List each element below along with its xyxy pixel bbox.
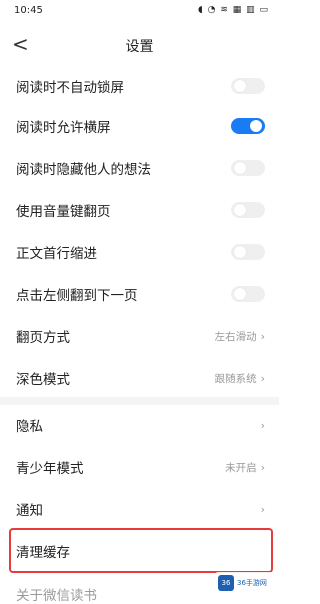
toggle-switch[interactable]	[231, 78, 265, 94]
value-text: 左右滑动	[214, 330, 257, 343]
setting-label: 使用音量键翻页	[16, 204, 111, 220]
top-nav: < 设置	[0, 28, 279, 62]
toggle-switch[interactable]	[231, 244, 265, 260]
setting-label: 阅读时不自动锁屏	[16, 80, 124, 96]
setting-label: 点击左侧翻到下一页	[16, 288, 138, 304]
setting-row-notifications[interactable]: 通知 ›	[0, 489, 279, 529]
toggle-knob	[234, 288, 246, 300]
setting-value: 左右滑动 ›	[215, 329, 265, 344]
setting-row-dark-mode[interactable]: 深色模式 跟随系统 ›	[0, 358, 279, 398]
setting-value: 跟随系统 ›	[215, 371, 265, 386]
setting-row-allow-landscape[interactable]: 阅读时允许横屏	[0, 106, 279, 146]
setting-row-teen-mode[interactable]: 青少年模式 未开启 ›	[0, 447, 279, 487]
toggle-switch[interactable]	[231, 160, 265, 176]
toggle-knob	[234, 246, 246, 258]
setting-label: 阅读时隐藏他人的想法	[16, 162, 151, 178]
value-text: 跟随系统	[214, 372, 257, 385]
setting-row-first-line-indent[interactable]: 正文首行缩进	[0, 232, 279, 272]
setting-row-privacy[interactable]: 隐私 ›	[0, 405, 279, 445]
setting-label: 阅读时允许横屏	[16, 120, 111, 136]
toggle-knob	[234, 80, 246, 92]
highlight-box	[9, 528, 273, 573]
setting-row-no-autolock[interactable]: 阅读时不自动锁屏	[0, 66, 279, 106]
setting-row-hide-thoughts[interactable]: 阅读时隐藏他人的想法	[0, 148, 279, 188]
chevron-right-icon: ›	[260, 329, 265, 343]
setting-value: ›	[261, 419, 265, 432]
status-time: 10:45	[14, 5, 43, 16]
status-bar: 10:45 ◖ ◔ ≋ ▦ ▥ ▭	[0, 0, 279, 22]
toggle-knob	[234, 204, 246, 216]
setting-label: 深色模式	[16, 372, 70, 388]
setting-row-page-turn-mode[interactable]: 翻页方式 左右滑动 ›	[0, 316, 279, 356]
toggle-knob	[250, 120, 262, 132]
chevron-right-icon: ›	[260, 371, 265, 385]
setting-value: 未开启 ›	[225, 460, 265, 475]
setting-row-left-tap-next[interactable]: 点击左侧翻到下一页	[0, 274, 279, 314]
toggle-knob	[234, 162, 246, 174]
setting-label: 青少年模式	[16, 461, 84, 477]
status-icons: ◖ ◔ ≋ ▦ ▥ ▭	[198, 5, 269, 15]
value-text: 未开启	[225, 461, 257, 474]
chevron-right-icon: ›	[260, 502, 265, 516]
watermark: 36 36手游网	[215, 572, 275, 594]
page-title: 设置	[125, 39, 154, 55]
setting-label: 通知	[16, 503, 43, 519]
setting-value: ›	[261, 503, 265, 516]
setting-label: 正文首行缩进	[16, 246, 97, 262]
toggle-switch[interactable]	[231, 286, 265, 302]
setting-label: 隐私	[16, 419, 43, 435]
toggle-switch[interactable]	[231, 202, 265, 218]
setting-row-volume-key-page[interactable]: 使用音量键翻页	[0, 190, 279, 230]
chevron-right-icon: ›	[260, 418, 265, 432]
setting-label: 翻页方式	[16, 330, 70, 346]
setting-row-about-partial[interactable]: 关于微信读书	[16, 584, 97, 604]
watermark-text: 36手游网	[237, 579, 267, 587]
watermark-logo-icon: 36	[218, 575, 234, 591]
chevron-right-icon: ›	[260, 460, 265, 474]
toggle-switch[interactable]	[231, 118, 265, 134]
section-divider	[0, 397, 279, 405]
